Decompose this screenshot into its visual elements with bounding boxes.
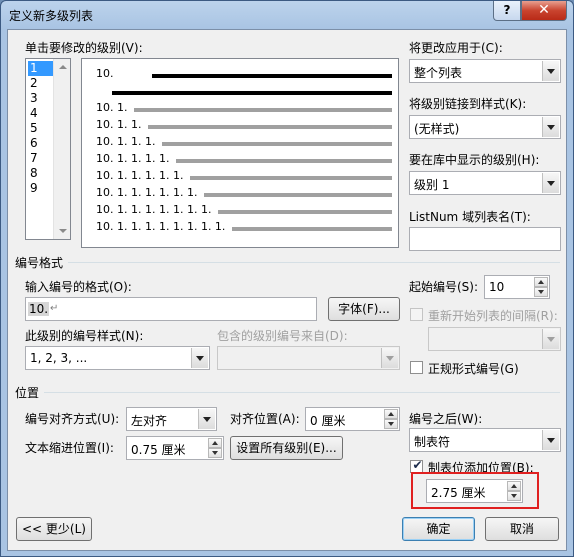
preview-level-1-label: 10. (96, 67, 114, 80)
include-level-label: 包含的级别编号来自(D): (217, 329, 348, 343)
spin-down-icon[interactable] (384, 419, 398, 429)
chevron-down-icon[interactable] (191, 348, 208, 368)
alignment-dropdown[interactable]: 左对齐 (126, 407, 217, 431)
preview-level-6-line (190, 176, 392, 180)
chevron-down-icon[interactable] (542, 61, 559, 81)
less-button[interactable]: << 更少(L) (16, 517, 92, 541)
spin-down-icon[interactable] (534, 287, 548, 297)
number-style-dropdown[interactable]: 1, 2, 3, ... (25, 346, 210, 370)
preview-level-4-line (162, 142, 392, 146)
apply-to-label: 将更改应用于(C): (409, 41, 503, 55)
restart-list-label: 重新开始列表的间隔(R): (428, 309, 558, 323)
number-format-input[interactable]: 10. ↵ (25, 297, 317, 321)
text-indent-input[interactable]: 0.75 厘米 (126, 436, 224, 460)
list-preview: 10. 10. 1. 10. 1. 1. 10. 1. 1. 1. 10. 1.… (81, 58, 399, 248)
aligned-at-value: 0 厘米 (310, 414, 346, 428)
preview-level-8-label: 10. 1. 1. 1. 1. 1. 1. 1. (96, 203, 212, 216)
chevron-down-icon[interactable] (381, 348, 398, 368)
start-at-spinner[interactable] (534, 277, 548, 297)
dialog-title: 定义新多级列表 (9, 9, 94, 23)
listnum-label: ListNum 域列表名(T): (409, 210, 531, 224)
apply-to-dropdown[interactable]: 整个列表 (409, 59, 561, 83)
help-button[interactable]: ? (493, 1, 521, 21)
dialog-window: 定义新多级列表 ? ✕ 单击要修改的级别(V): 1 2 3 4 5 6 7 8… (0, 0, 574, 557)
gallery-level-value: 级别 1 (414, 178, 450, 192)
include-level-dropdown[interactable] (217, 346, 400, 370)
restart-list-dropdown[interactable] (428, 327, 561, 351)
preview-level-5-label: 10. 1. 1. 1. 1. (96, 152, 170, 165)
aligned-at-spinner[interactable] (384, 409, 398, 429)
level-list-label: 单击要修改的级别(V): (25, 41, 143, 55)
listnum-input[interactable] (409, 227, 561, 251)
preview-level-9-line (232, 227, 392, 231)
preview-level-3-label: 10. 1. 1. (96, 118, 142, 131)
preview-level-2-line (134, 108, 392, 112)
preview-level-6-label: 10. 1. 1. 1. 1. 1. (96, 169, 184, 182)
aligned-at-label: 对齐位置(A): (230, 412, 300, 426)
follow-number-dropdown[interactable]: 制表符 (409, 428, 561, 452)
scroll-down-arrow-icon[interactable] (54, 223, 70, 239)
preview-level-2-label: 10. 1. (96, 101, 128, 114)
chevron-down-icon[interactable] (198, 409, 215, 429)
tab-stop-highlight-box (411, 472, 539, 509)
level-listbox[interactable]: 1 2 3 4 5 6 7 8 9 (25, 58, 71, 240)
set-all-levels-button[interactable]: 设置所有级别(E)... (230, 436, 343, 460)
preview-level-9-label: 10. 1. 1. 1. 1. 1. 1. 1. 1. (96, 220, 226, 233)
spin-up-icon[interactable] (208, 438, 222, 448)
title-bar[interactable]: 定义新多级列表 ? ✕ (1, 1, 573, 29)
number-style-value: 1, 2, 3, ... (30, 351, 88, 365)
preview-level-1-wrap-line (112, 91, 392, 95)
preview-level-7-line (204, 193, 392, 197)
number-format-group-title: 编号格式 (15, 254, 68, 271)
spin-up-icon[interactable] (384, 409, 398, 419)
link-style-value: (无样式) (414, 122, 460, 136)
preview-level-4-label: 10. 1. 1. 1. (96, 135, 156, 148)
chevron-down-icon[interactable] (542, 430, 559, 450)
aligned-at-input[interactable]: 0 厘米 (305, 407, 400, 431)
preview-level-8-line (218, 210, 392, 214)
spin-up-icon[interactable] (534, 277, 548, 287)
spin-down-icon[interactable] (208, 448, 222, 458)
scroll-up-arrow-icon[interactable] (54, 59, 70, 75)
alignment-label: 编号对齐方式(U): (25, 412, 120, 426)
text-indent-value: 0.75 厘米 (131, 443, 186, 457)
link-style-dropdown[interactable]: (无样式) (409, 115, 561, 139)
dialog-client: 单击要修改的级别(V): 1 2 3 4 5 6 7 8 9 10. 10. 1… (7, 29, 567, 551)
start-at-label: 起始编号(S): (409, 280, 479, 294)
link-style-label: 将级别链接到样式(K): (409, 97, 527, 111)
position-group-title: 位置 (15, 384, 44, 401)
number-format-value: 10. (28, 302, 50, 316)
start-at-value: 10 (489, 280, 505, 294)
paragraph-mark-icon: ↵ (50, 303, 59, 314)
preview-level-3-line (148, 125, 392, 129)
number-format-label: 输入编号的格式(O): (25, 280, 132, 294)
level-list-scrollbar[interactable] (53, 59, 70, 239)
text-indent-spinner[interactable] (208, 438, 222, 458)
number-format-separator (68, 262, 560, 263)
start-at-input[interactable]: 10 (484, 275, 550, 299)
legal-style-checkbox[interactable] (410, 361, 423, 374)
number-style-label: 此级别的编号样式(N): (25, 329, 144, 343)
cancel-button[interactable]: 取消 (485, 517, 559, 541)
legal-style-label: 正规形式编号(G) (428, 362, 519, 376)
position-separator (44, 392, 560, 393)
checkmark-icon: ✔ (412, 458, 423, 472)
text-indent-label: 文本缩进位置(I): (25, 441, 114, 455)
restart-list-checkbox[interactable] (410, 308, 423, 321)
chevron-down-icon[interactable] (542, 117, 559, 137)
chevron-down-icon[interactable] (542, 329, 559, 349)
preview-level-5-line (176, 159, 392, 163)
gallery-level-label: 要在库中显示的级别(H): (409, 153, 540, 167)
apply-to-value: 整个列表 (414, 66, 463, 80)
ok-button[interactable]: 确定 (402, 517, 475, 541)
follow-number-label: 编号之后(W): (409, 412, 483, 426)
chevron-down-icon[interactable] (542, 173, 559, 193)
preview-level-7-label: 10. 1. 1. 1. 1. 1. 1. (96, 186, 198, 199)
font-button[interactable]: 字体(F)... (328, 297, 400, 321)
close-button[interactable]: ✕ (521, 1, 567, 21)
preview-level-1-line (152, 74, 392, 78)
follow-number-value: 制表符 (414, 435, 451, 449)
alignment-value: 左对齐 (131, 414, 168, 428)
gallery-level-dropdown[interactable]: 级别 1 (409, 171, 561, 195)
